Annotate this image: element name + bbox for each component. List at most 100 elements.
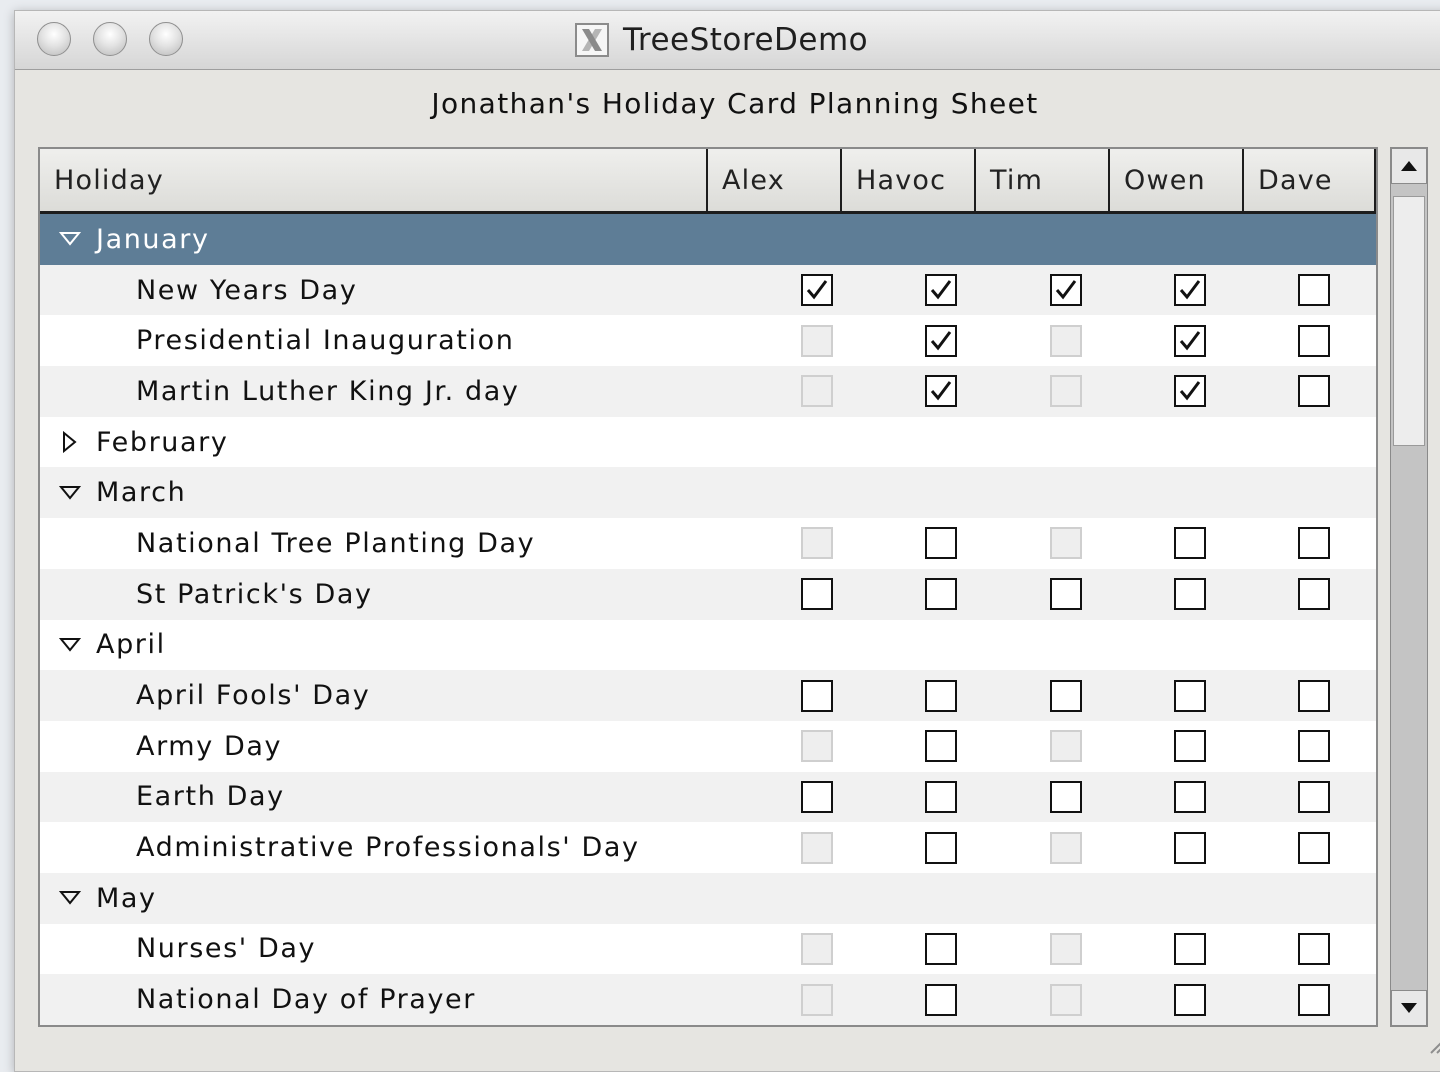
checkbox-dave[interactable] — [1297, 527, 1330, 560]
checkbox-owen[interactable] — [1173, 932, 1206, 965]
expander-expanded-icon[interactable] — [50, 482, 90, 504]
holiday-cell: January — [40, 224, 712, 255]
checkbox-dave[interactable] — [1297, 578, 1330, 611]
checkbox-tim[interactable] — [1049, 780, 1082, 813]
card-cell-alex — [755, 578, 879, 611]
tree-row-holiday[interactable]: Army Day — [40, 721, 1376, 772]
expander-collapsed-icon[interactable] — [50, 431, 90, 454]
card-cell-alex — [755, 730, 879, 763]
checkbox-alex[interactable] — [801, 274, 834, 307]
card-cell-havoc — [879, 983, 1003, 1016]
expander-expanded-icon[interactable] — [50, 228, 90, 250]
checkbox-havoc[interactable] — [925, 578, 958, 611]
checkbox-dave[interactable] — [1297, 730, 1330, 763]
tree-row-month[interactable]: May — [40, 872, 1376, 924]
holiday-cell: St Patrick's Day — [40, 579, 755, 610]
tree-view[interactable]: Holiday Alex Havoc Tim Owen Dave January… — [38, 147, 1378, 1027]
checkbox-havoc[interactable] — [925, 375, 958, 408]
checkbox-owen[interactable] — [1173, 983, 1206, 1016]
checkbox-havoc[interactable] — [925, 324, 958, 357]
checkbox-havoc[interactable] — [925, 679, 958, 712]
checkmark-icon — [931, 330, 952, 351]
checkbox-owen[interactable] — [1173, 324, 1206, 357]
resize-grip-icon[interactable] — [1427, 1029, 1440, 1055]
card-cell-havoc — [879, 578, 1003, 611]
window-title-text: TreeStoreDemo — [623, 22, 869, 58]
tree-row-month[interactable]: February — [40, 417, 1376, 468]
zoom-button[interactable] — [149, 22, 183, 56]
checkbox-alex — [801, 983, 834, 1016]
tree-row-month[interactable]: January — [40, 214, 1376, 265]
checkbox-dave[interactable] — [1297, 780, 1330, 813]
scrollbar-thumb[interactable] — [1393, 196, 1425, 446]
checkbox-alex[interactable] — [801, 679, 834, 712]
checkbox-havoc[interactable] — [925, 274, 958, 307]
holiday-cell: March — [40, 477, 712, 508]
checkbox-havoc[interactable] — [925, 831, 958, 864]
tree-row-month[interactable]: March — [40, 467, 1376, 519]
checkbox-owen[interactable] — [1173, 780, 1206, 813]
holiday-cell: Administrative Professionals' Day — [40, 832, 755, 863]
tree-row-month[interactable]: April — [40, 620, 1376, 671]
checkbox-havoc[interactable] — [925, 730, 958, 763]
checkbox-dave[interactable] — [1297, 831, 1330, 864]
checkmark-icon — [807, 280, 828, 300]
column-header-tim[interactable]: Tim — [976, 149, 1110, 211]
scroll-down-button[interactable] — [1391, 990, 1427, 1026]
card-cell-tim — [1003, 578, 1127, 611]
tree-row-holiday[interactable]: St Patrick's Day — [40, 568, 1376, 620]
card-cell-tim — [1003, 274, 1127, 307]
card-cell-dave — [1252, 527, 1376, 560]
checkbox-alex[interactable] — [801, 780, 834, 813]
checkbox-tim[interactable] — [1049, 679, 1082, 712]
tree-row-holiday[interactable]: National Tree Planting Day — [40, 518, 1376, 569]
column-header-dave[interactable]: Dave — [1244, 149, 1376, 211]
tree-row-holiday[interactable]: April Fools' Day — [40, 670, 1376, 721]
column-header-alex[interactable]: Alex — [708, 149, 842, 211]
expander-expanded-icon[interactable] — [50, 634, 90, 656]
tree-row-holiday[interactable]: Martin Luther King Jr. day — [40, 366, 1376, 417]
window-title: TreeStoreDemo — [575, 19, 868, 61]
title-bar[interactable]: TreeStoreDemo — [15, 11, 1440, 70]
checkbox-dave[interactable] — [1297, 324, 1330, 357]
scroll-up-button[interactable] — [1391, 148, 1427, 184]
tree-row-holiday[interactable]: National Day of Prayer — [40, 974, 1376, 1025]
checkbox-owen[interactable] — [1173, 274, 1206, 307]
card-cell-dave — [1252, 983, 1376, 1016]
checkbox-havoc[interactable] — [925, 527, 958, 560]
tree-row-holiday[interactable]: New Years Day — [40, 264, 1376, 316]
vertical-scrollbar[interactable] — [1390, 147, 1428, 1027]
tree-row-holiday[interactable]: Earth Day — [40, 771, 1376, 823]
expander-expanded-icon[interactable] — [50, 887, 90, 909]
checkbox-owen[interactable] — [1173, 679, 1206, 712]
tree-row-holiday[interactable]: Administrative Professionals' Day — [40, 822, 1376, 873]
checkbox-tim[interactable] — [1049, 578, 1082, 611]
checkbox-dave[interactable] — [1297, 679, 1330, 712]
card-cell-alex — [755, 831, 879, 864]
card-cell-dave — [1252, 324, 1376, 357]
checkbox-havoc[interactable] — [925, 780, 958, 813]
checkbox-owen[interactable] — [1173, 527, 1206, 560]
checkbox-dave[interactable] — [1297, 983, 1330, 1016]
checkbox-alex[interactable] — [801, 578, 834, 611]
tree-row-holiday[interactable]: Presidential Inauguration — [40, 315, 1376, 366]
checkbox-owen[interactable] — [1173, 578, 1206, 611]
checkbox-tim[interactable] — [1049, 274, 1082, 307]
checkbox-owen[interactable] — [1173, 730, 1206, 763]
minimize-button[interactable] — [93, 22, 127, 56]
column-header-havoc[interactable]: Havoc — [842, 149, 976, 211]
checkmark-icon — [1179, 330, 1200, 351]
card-cell-owen — [1128, 274, 1252, 307]
checkbox-owen[interactable] — [1173, 831, 1206, 864]
checkbox-owen[interactable] — [1173, 375, 1206, 408]
column-header-owen[interactable]: Owen — [1110, 149, 1244, 211]
holiday-label: Earth Day — [136, 781, 285, 813]
tree-row-holiday[interactable]: Nurses' Day — [40, 924, 1376, 975]
checkbox-havoc[interactable] — [925, 932, 958, 965]
checkbox-dave[interactable] — [1297, 932, 1330, 965]
close-button[interactable] — [37, 22, 71, 56]
checkbox-havoc[interactable] — [925, 983, 958, 1016]
checkbox-dave[interactable] — [1297, 375, 1330, 408]
checkbox-dave[interactable] — [1297, 274, 1330, 307]
column-header-holiday[interactable]: Holiday — [40, 149, 708, 211]
